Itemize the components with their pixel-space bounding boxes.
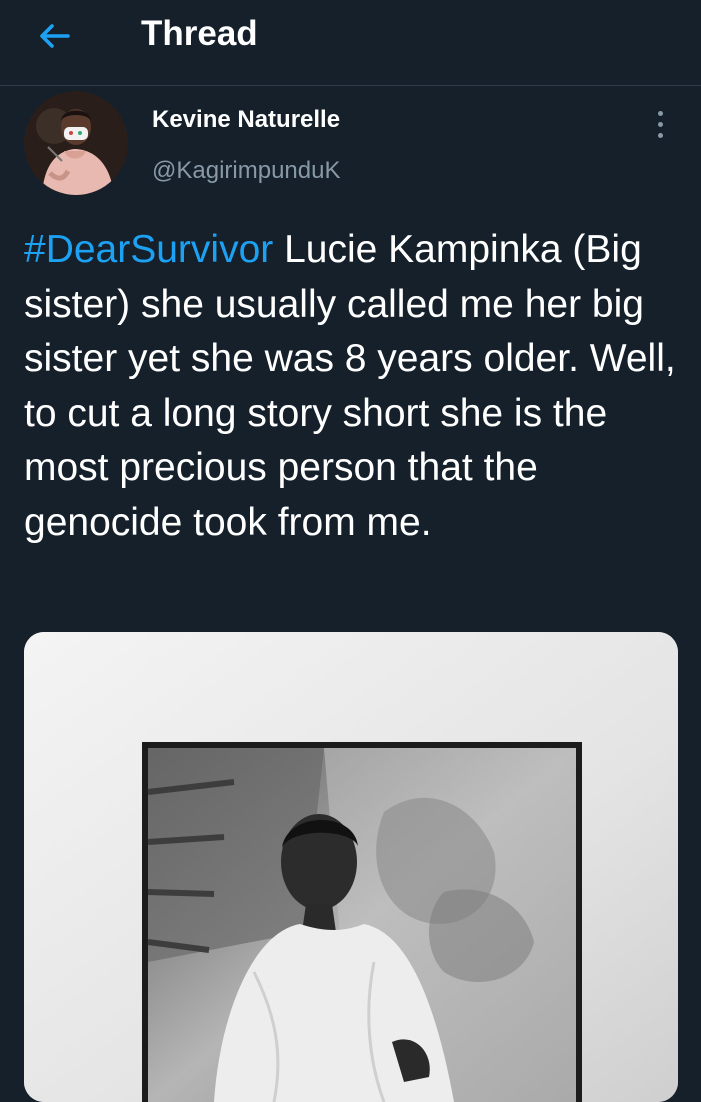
more-vertical-icon <box>657 110 663 116</box>
tweet-photo[interactable] <box>24 632 678 1102</box>
tweet-body: Lucie Kampinka (Big sister) she usually … <box>24 228 676 544</box>
author-name[interactable]: Kevine Naturelle <box>152 104 340 136</box>
page-title: Thread <box>141 14 258 53</box>
tweet-text: #DearSurvivor Lucie Kampinka (Big sister… <box>24 223 684 550</box>
top-app-bar: Thread <box>0 0 701 86</box>
back-button[interactable] <box>28 14 80 58</box>
author-avatar[interactable] <box>24 91 128 195</box>
more-options-button[interactable] <box>644 104 676 144</box>
arrow-left-icon <box>40 24 70 48</box>
hashtag-link[interactable]: #DearSurvivor <box>24 228 273 271</box>
author-handle[interactable]: @KagirimpunduK <box>152 155 340 187</box>
